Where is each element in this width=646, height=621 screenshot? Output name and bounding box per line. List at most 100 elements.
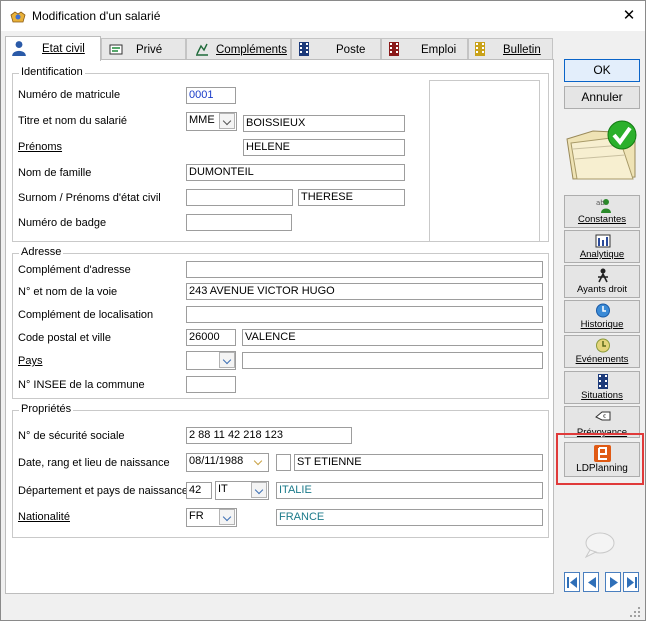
nationalite-field[interactable]: FRANCE	[276, 509, 543, 526]
status-bar	[2, 598, 644, 620]
secu-label: N° de sécurité sociale	[18, 430, 125, 442]
analytique-button[interactable]: Analytique	[564, 230, 640, 263]
photo-frame[interactable]	[429, 80, 540, 242]
civilite-value: MME	[189, 114, 215, 126]
prenoms-field[interactable]: HELENE	[243, 139, 405, 156]
tab-bulletin[interactable]: Bulletin	[468, 38, 553, 60]
civilite-select[interactable]: MME	[186, 112, 237, 131]
ayants-droit-button[interactable]: Ayants droit	[564, 265, 640, 298]
cp-ville-label: Code postal et ville	[18, 332, 111, 344]
nationalite-dropdown-button[interactable]	[219, 509, 235, 525]
localisation-field[interactable]	[186, 306, 543, 323]
tab-complements[interactable]: Compléments	[186, 38, 291, 60]
pays-label: Pays	[18, 355, 43, 367]
surnom-field[interactable]	[186, 189, 293, 206]
ville-field[interactable]: VALENCE	[242, 329, 543, 346]
prenom-etat-civil-field[interactable]: THERESE	[298, 189, 405, 206]
secu-field[interactable]: 2 88 11 42 218 123	[186, 427, 352, 444]
last-icon	[627, 577, 637, 588]
close-icon: ✕	[622, 7, 636, 24]
last-record-button[interactable]	[623, 572, 639, 592]
window-title: Modification d'un salarié	[32, 9, 161, 23]
svg-text:ab: ab	[596, 199, 605, 207]
nom-salarie-field[interactable]: BOISSIEUX	[243, 115, 405, 132]
voie-field[interactable]: 243 AVENUE VICTOR HUGO	[186, 283, 543, 300]
chevron-down-icon	[222, 116, 232, 126]
historique-button[interactable]: Historique	[564, 300, 640, 333]
pays-naissance-field[interactable]: ITALIE	[276, 482, 543, 499]
civilite-dropdown-button[interactable]	[219, 113, 235, 129]
pays-select[interactable]	[186, 351, 236, 370]
date-naissance-value: 08/11/1988	[189, 455, 244, 467]
constantes-button[interactable]: ab Constantes	[564, 195, 640, 228]
ok-button[interactable]: OK	[564, 59, 640, 82]
tab-prive[interactable]: Privé	[101, 38, 186, 60]
next-icon	[610, 577, 618, 588]
pays-naissance-dropdown-button[interactable]	[251, 482, 267, 498]
lieu-naissance-field[interactable]: ST ETIENNE	[294, 454, 543, 471]
chevron-down-icon	[222, 355, 232, 365]
evenements-button[interactable]: Evénements	[564, 335, 640, 368]
prevoyance-icon: €	[595, 411, 611, 421]
identification-legend: Identification	[19, 66, 85, 78]
tab-etat-civil[interactable]: Etat civil	[5, 36, 101, 61]
tab-emploi[interactable]: Emploi	[381, 38, 468, 60]
pays-naissance-code: IT	[218, 483, 228, 495]
annuler-button[interactable]: Annuler	[564, 86, 640, 109]
close-button[interactable]: ✕	[613, 2, 645, 30]
next-record-button[interactable]	[605, 572, 621, 592]
rang-naissance-field[interactable]	[276, 454, 291, 471]
insee-field[interactable]	[186, 376, 236, 393]
chevron-down-icon	[222, 512, 232, 522]
analytique-icon	[595, 234, 611, 248]
dept-pays-label: Département et pays de naissance	[18, 485, 188, 497]
resize-grip-icon[interactable]	[629, 606, 641, 618]
code-postal-field[interactable]: 26000	[186, 329, 236, 346]
person-icon	[12, 41, 26, 56]
badge-field[interactable]	[186, 214, 292, 231]
events-icon	[596, 338, 610, 353]
matricule-field[interactable]: 0001	[186, 87, 236, 104]
departement-field[interactable]: 42	[186, 482, 212, 499]
film-yellow-icon	[475, 42, 485, 56]
nom-famille-field[interactable]: DUMONTEIL	[186, 164, 405, 181]
tab-poste[interactable]: Poste	[291, 38, 381, 60]
pays-name-field[interactable]	[242, 352, 543, 369]
ldplanning-button[interactable]: LDPlanning	[564, 442, 640, 477]
tab-bar: Etat civil Privé Compléments Poste Emplo…	[5, 36, 553, 61]
pays-dropdown-button[interactable]	[219, 352, 235, 368]
nom-famille-label: Nom de famille	[18, 167, 92, 179]
titre-nom-label: Titre et nom du salarié	[18, 115, 128, 127]
surnom-label: Surnom / Prénoms d'état civil	[18, 192, 161, 204]
complement-adresse-field[interactable]	[186, 261, 543, 278]
date-naissance-field[interactable]: 08/11/1988	[186, 453, 269, 472]
complement-adresse-label: Complément d'adresse	[18, 264, 131, 276]
chevron-down-icon	[254, 485, 264, 495]
chat-bubble-icon[interactable]	[583, 532, 615, 558]
prenoms-label: Prénoms	[18, 141, 63, 153]
adresse-legend: Adresse	[19, 246, 64, 258]
folder-check-icon	[566, 120, 637, 180]
badge-label: Numéro de badge	[18, 217, 107, 229]
constantes-icon: ab	[596, 199, 611, 213]
nationalite-label: Nationalité	[18, 511, 70, 523]
film-red-icon	[389, 42, 399, 56]
tab-panel-etat-civil: Identification Numéro de matricule 0001 …	[5, 59, 554, 594]
nationalite-code: FR	[189, 510, 204, 522]
title-bar: Modification d'un salarié ✕	[1, 1, 645, 31]
naissance-label: Date, rang et lieu de naissance	[18, 457, 170, 469]
pays-naissance-select[interactable]: IT	[215, 481, 269, 500]
nationalite-select[interactable]: FR	[186, 508, 237, 527]
proprietes-legend: Propriétés	[19, 403, 74, 415]
svg-text:€: €	[603, 414, 606, 420]
previous-record-button[interactable]	[583, 572, 599, 592]
matricule-label: Numéro de matricule	[18, 89, 121, 101]
complements-icon	[196, 43, 208, 56]
clock-icon	[596, 303, 610, 318]
situations-button[interactable]: Situations	[564, 371, 640, 404]
localisation-label: Complément de localisation	[18, 309, 154, 321]
film-icon	[299, 42, 309, 56]
date-naissance-dropdown-button[interactable]	[251, 454, 267, 470]
private-icon	[109, 44, 123, 55]
first-record-button[interactable]	[564, 572, 580, 592]
